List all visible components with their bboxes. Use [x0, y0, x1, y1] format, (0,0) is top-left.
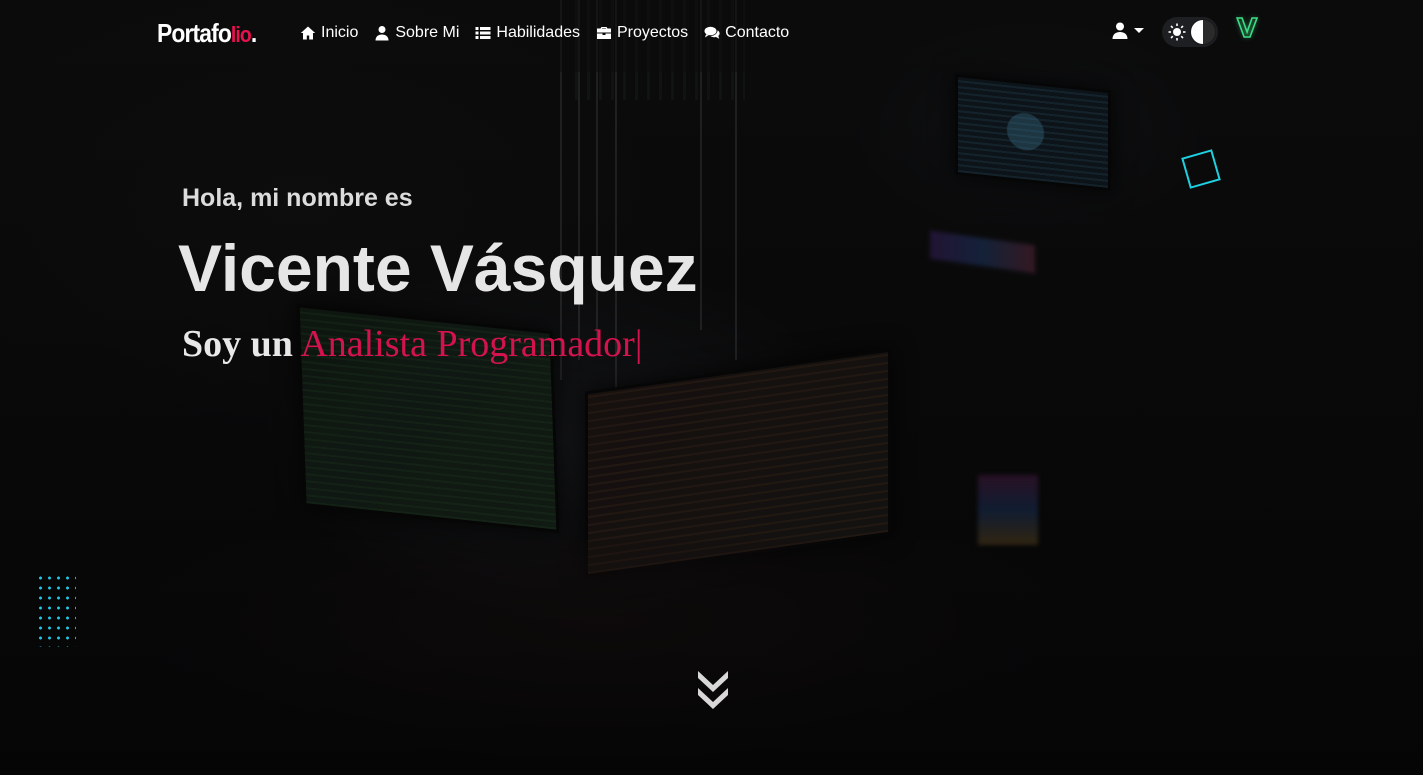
- brand-logo[interactable]: Portafolio.: [157, 18, 257, 49]
- nav-link-sobre-mi[interactable]: Sobre Mi: [374, 24, 459, 42]
- theme-toggle[interactable]: [1162, 17, 1218, 47]
- nav-link-label: Proyectos: [617, 24, 689, 41]
- background-photo: [0, 0, 1423, 775]
- nav-links: Inicio Sobre Mi Habilidades Proyectos Co…: [300, 24, 789, 42]
- comments-icon: [704, 26, 720, 39]
- nav-link-label: Contacto: [725, 24, 790, 41]
- user-icon: [375, 26, 389, 41]
- hero-role-value: Analista Programador: [300, 323, 635, 365]
- hero-role: Soy un Analista Programador|: [182, 322, 642, 366]
- hero-greeting: Hola, mi nombre es: [182, 184, 413, 212]
- user-menu-dropdown[interactable]: [1112, 22, 1144, 39]
- nav-link-contacto[interactable]: Contacto: [704, 24, 789, 42]
- page: Portafolio. Inicio Sobre Mi Habilidades …: [0, 0, 1423, 775]
- nav-link-proyectos[interactable]: Proyectos: [596, 24, 688, 42]
- brand-accent: lio: [230, 22, 252, 47]
- caret-down-icon: [1134, 28, 1144, 33]
- scroll-down-button[interactable]: [693, 668, 733, 712]
- nav-link-label: Habilidades: [496, 24, 580, 41]
- list-icon: [475, 27, 491, 39]
- nav-link-inicio[interactable]: Inicio: [300, 24, 358, 42]
- hero-name: Vicente Vásquez: [178, 231, 698, 305]
- nav-link-habilidades[interactable]: Habilidades: [475, 24, 580, 42]
- nav-link-label: Sobre Mi: [395, 24, 460, 41]
- decorative-dot-grid: [36, 573, 76, 647]
- background-overlay: [0, 0, 1423, 775]
- brand-dot: .: [250, 18, 257, 48]
- sun-icon: [1168, 23, 1186, 41]
- user-icon: [1112, 22, 1128, 39]
- brand-main: Portafo: [157, 18, 232, 48]
- briefcase-icon: [597, 27, 611, 39]
- navbar: Portafolio. Inicio Sobre Mi Habilidades …: [0, 0, 1423, 72]
- typing-cursor: |: [634, 323, 643, 365]
- hero-role-prefix: Soy un: [182, 323, 293, 365]
- nav-link-label: Inicio: [321, 24, 359, 41]
- theme-toggle-knob: [1191, 20, 1215, 44]
- double-chevron-down-icon: [698, 671, 728, 709]
- v-logo-icon[interactable]: V: [1236, 13, 1258, 45]
- home-icon: [300, 26, 316, 40]
